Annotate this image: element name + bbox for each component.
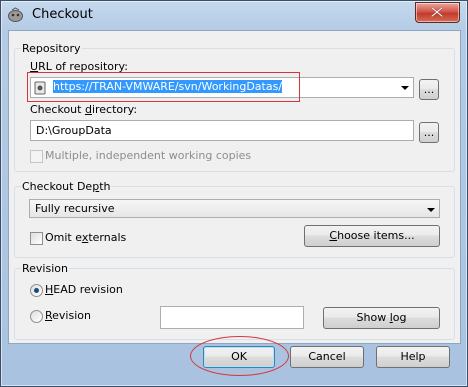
close-icon [431, 7, 443, 17]
checkout-directory-value: D:\GroupData [36, 124, 112, 137]
checkout-depth-group: Checkout Depth [14, 180, 455, 258]
checkout-directory-input[interactable]: D:\GroupData [30, 120, 414, 141]
title-bar[interactable]: Checkout [1, 1, 467, 29]
url-annotation-box [27, 72, 300, 102]
show-log-button[interactable]: Show log [323, 307, 440, 329]
help-button[interactable]: Help [376, 346, 450, 368]
window-title: Checkout [32, 7, 93, 22]
checkout-depth-group-label: Checkout Depth [21, 180, 112, 193]
tortoisesvn-icon [8, 7, 23, 22]
checkout-depth-value: Fully recursive [35, 202, 115, 215]
revision-input[interactable] [160, 306, 304, 329]
chevron-down-icon[interactable] [396, 78, 413, 97]
checkout-directory-label: Checkout directory: [30, 103, 138, 116]
multiple-working-copies-checkbox[interactable] [30, 150, 43, 163]
browse-url-button[interactable]: ... [419, 79, 439, 100]
chevron-down-icon[interactable] [422, 200, 439, 217]
cancel-button[interactable]: Cancel [290, 346, 364, 368]
revision-radio[interactable] [30, 310, 43, 323]
ok-annotation-ellipse [190, 336, 289, 376]
checkout-dialog: Checkout Repository URL of repository: h… [0, 0, 468, 387]
head-revision-label: HEAD revision [45, 283, 123, 296]
head-revision-radio[interactable] [30, 284, 43, 297]
browse-directory-button[interactable]: ... [419, 122, 439, 143]
close-button[interactable] [415, 2, 460, 23]
revision-label: Revision [45, 309, 91, 322]
choose-items-button[interactable]: Choose items... [304, 225, 440, 247]
revision-group-label: Revision [21, 262, 69, 275]
revision-group: Revision [14, 262, 455, 340]
repository-group-label: Repository [21, 42, 82, 55]
checkout-depth-select[interactable]: Fully recursive [29, 199, 440, 218]
omit-externals-checkbox[interactable] [30, 232, 43, 245]
omit-externals-label: Omit externals [45, 231, 127, 244]
multiple-working-copies-label: Multiple, independent working copies [45, 149, 252, 162]
